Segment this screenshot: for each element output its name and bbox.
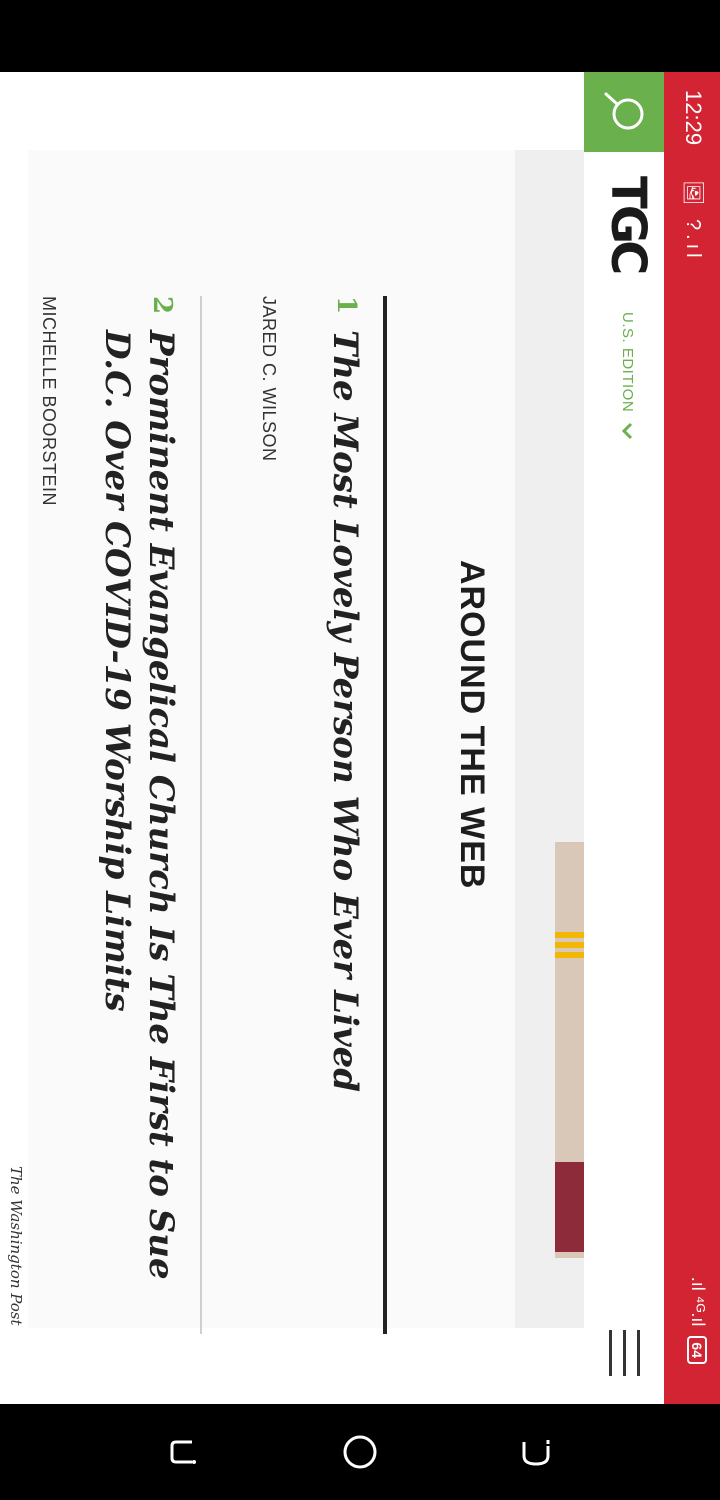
item-1-number: 1 [331, 296, 361, 315]
android-nav-bar [0, 1404, 720, 1500]
site-header: TGC U.S. EDITION [584, 72, 664, 1404]
item-divider [200, 296, 202, 1334]
tgc-logo[interactable]: TGC [600, 176, 656, 271]
article-thumbnail[interactable] [555, 842, 584, 1258]
notification-icons: 🖼 ?.ıl [682, 180, 704, 262]
item-2-title[interactable]: Prominent Evangelical Church Is The Firs… [95, 330, 183, 1330]
item-1-author: JARED C. WILSON [259, 296, 279, 462]
washington-post-logo: The Washington Post [7, 1166, 25, 1326]
item-1-title[interactable]: The Most Lovely Person Who Ever Lived [323, 330, 367, 1330]
search-icon [604, 92, 644, 130]
around-the-web-panel: AROUND THE WEB 1 The Most Lovely Person … [7, 150, 515, 1334]
browser-viewport: 12:29 🖼 ?.ıl .ıl ⁴ᴳ.ıl 64 TGC U.S. EDITI… [0, 72, 720, 1404]
status-bar: 12:29 🖼 ?.ıl .ıl ⁴ᴳ.ıl 64 [664, 72, 720, 1404]
status-right: .ıl ⁴ᴳ.ıl 64 [687, 1277, 708, 1364]
menu-button[interactable] [594, 1322, 654, 1382]
item-2-author: MICHELLE BOORSTEIN [39, 296, 59, 507]
section-rule [383, 296, 387, 1334]
recent-apps-icon[interactable] [166, 1434, 202, 1470]
chevron-down-icon [622, 423, 633, 440]
item-2-number: 2 [147, 296, 177, 315]
signal-icon: .ıl ⁴ᴳ.ıl [688, 1276, 708, 1327]
home-icon[interactable] [342, 1434, 378, 1470]
edition-selector[interactable]: U.S. EDITION [619, 312, 636, 440]
section-title: AROUND THE WEB [453, 560, 491, 890]
search-button[interactable] [584, 72, 664, 152]
back-icon[interactable] [518, 1434, 554, 1470]
edition-label: U.S. EDITION [619, 312, 636, 413]
status-time: 12:29 [681, 90, 706, 146]
battery-icon: 64 [687, 1336, 708, 1364]
